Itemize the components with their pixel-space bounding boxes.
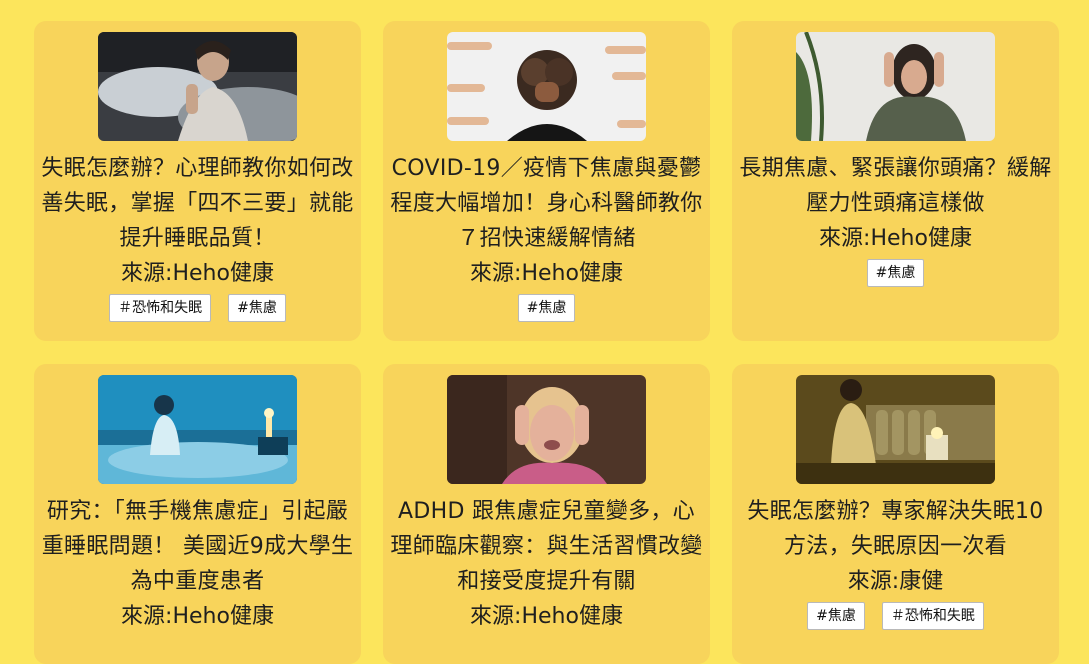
article-source: 來源:康健 — [847, 569, 944, 594]
tag-list: ＃恐怖和失眠 #焦慮 — [40, 294, 355, 322]
article-card[interactable]: COVID-19／疫情下焦慮與憂鬱程度大幅增加！身心科醫師教你７招快速緩解情緒 … — [383, 21, 710, 341]
article-thumbnail[interactable] — [796, 375, 995, 484]
tag-button[interactable]: #焦慮 — [807, 602, 865, 630]
tag-list: #焦慮 — [738, 259, 1053, 287]
article-thumbnail[interactable] — [98, 32, 297, 141]
article-title[interactable]: 失眠怎麼辦？專家解決失眠10方法，失眠原因一次看 — [738, 494, 1053, 564]
article-source: 來源:Heho健康 — [819, 226, 972, 251]
tag-button[interactable]: ＃恐怖和失眠 — [109, 294, 212, 322]
tag-list: #焦慮 — [389, 294, 704, 322]
article-thumbnail[interactable] — [447, 375, 646, 484]
tag-button[interactable]: ＃恐怖和失眠 — [881, 602, 984, 630]
article-title[interactable]: ADHD 跟焦慮症兒童變多，心理師臨床觀察：與生活習慣改變和接受度提升有關 — [389, 494, 704, 599]
woman-surrounded-by-pointing-fingers-photo — [447, 32, 646, 141]
person-sitting-in-bed-blue-light-photo — [98, 375, 297, 484]
article-title[interactable]: COVID-19／疫情下焦慮與憂鬱程度大幅增加！身心科醫師教你７招快速緩解情緒 — [389, 151, 704, 256]
article-source: 來源:Heho健康 — [470, 604, 623, 629]
woman-awake-in-bed-photo — [98, 32, 297, 141]
article-thumbnail[interactable] — [796, 32, 995, 141]
article-thumbnail[interactable] — [447, 32, 646, 141]
article-source: 來源:Heho健康 — [121, 604, 274, 629]
crying-girl-covering-ears-photo — [447, 375, 646, 484]
article-card[interactable]: 失眠怎麼辦？心理師教你如何改善失眠，掌握「四不三要」就能提升睡眠品質！ 來源:H… — [34, 21, 361, 341]
tag-button[interactable]: #焦慮 — [228, 294, 286, 322]
article-card[interactable]: 失眠怎麼辦？專家解決失眠10方法，失眠原因一次看 來源:康健 #焦慮 ＃恐怖和失… — [732, 364, 1059, 664]
article-source: 來源:Heho健康 — [121, 261, 274, 286]
article-card[interactable]: 長期焦慮、緊張讓你頭痛？緩解壓力性頭痛這樣做 來源:Heho健康 #焦慮 — [732, 21, 1059, 341]
tag-button[interactable]: #焦慮 — [517, 294, 576, 322]
article-title[interactable]: 失眠怎麼辦？心理師教你如何改善失眠，掌握「四不三要」就能提升睡眠品質！ — [40, 151, 355, 256]
tag-button[interactable]: #焦慮 — [866, 259, 925, 287]
article-card[interactable]: 研究：「無手機焦慮症」引起嚴重睡眠問題！ 美國近9成大學生為中重度患者 來源:H… — [34, 364, 361, 664]
woman-holding-head-photo — [796, 32, 995, 141]
article-grid: 失眠怎麼辦？心理師教你如何改善失眠，掌握「四不三要」就能提升睡眠品質！ 來源:H… — [0, 0, 1089, 664]
article-title[interactable]: 研究：「無手機焦慮症」引起嚴重睡眠問題！ 美國近9成大學生為中重度患者 — [40, 494, 355, 599]
man-sitting-on-bed-night-photo — [796, 375, 995, 484]
article-source: 來源:Heho健康 — [470, 261, 623, 286]
article-title[interactable]: 長期焦慮、緊張讓你頭痛？緩解壓力性頭痛這樣做 — [738, 151, 1053, 221]
tag-list: #焦慮 ＃恐怖和失眠 — [738, 602, 1053, 630]
article-card[interactable]: ADHD 跟焦慮症兒童變多，心理師臨床觀察：與生活習慣改變和接受度提升有關 來源… — [383, 364, 710, 664]
article-thumbnail[interactable] — [98, 375, 297, 484]
